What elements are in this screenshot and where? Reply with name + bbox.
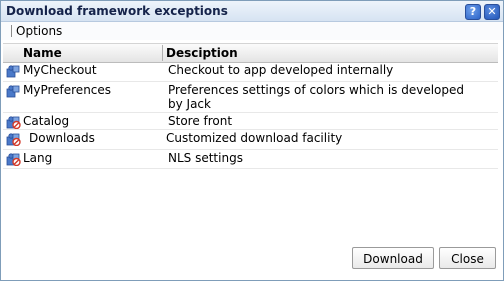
download-exceptions-dialog: Download framework exceptions ? ✕ Option… — [0, 0, 504, 281]
row-name: Catalog — [23, 114, 70, 128]
download-button[interactable]: Download — [352, 247, 434, 269]
table-header: Name Desciption — [3, 43, 498, 63]
dialog-title: Download framework exceptions — [6, 4, 228, 18]
table-row[interactable]: Downloads Customized download facility — [3, 130, 498, 150]
row-description: Checkout to app developed internally — [168, 63, 394, 77]
title-bar: Download framework exceptions ? ✕ — [1, 1, 503, 22]
puzzle-icon — [6, 65, 20, 78]
row-description: NLS settings — [168, 151, 243, 165]
column-header-name[interactable]: Name — [23, 46, 62, 60]
column-divider[interactable] — [162, 45, 163, 61]
puzzle-blocked-icon — [6, 133, 21, 146]
row-name: MyPreferences — [23, 83, 112, 97]
options-menu[interactable]: Options — [16, 24, 62, 38]
close-button[interactable]: Close — [439, 247, 496, 269]
row-description: Store front — [168, 114, 233, 128]
table-row[interactable]: MyPreferences Preferences settings of col… — [3, 82, 498, 113]
menu-separator — [11, 25, 12, 37]
row-name: MyCheckout — [23, 63, 97, 77]
puzzle-blocked-icon — [6, 153, 21, 166]
row-name: Lang — [23, 151, 53, 165]
table-row[interactable]: Catalog Store front — [3, 113, 498, 130]
table-row[interactable]: MyCheckout Checkout to app developed inte… — [3, 62, 498, 82]
table-row[interactable]: Lang NLS settings — [3, 150, 498, 169]
menu-bar: Options — [1, 22, 503, 40]
puzzle-icon — [6, 85, 20, 98]
row-name: Downloads — [29, 131, 95, 145]
column-header-description[interactable]: Desciption — [166, 46, 238, 60]
row-description: Customized download facility — [166, 131, 343, 145]
puzzle-blocked-icon — [6, 116, 21, 129]
close-window-button[interactable]: ✕ — [484, 4, 500, 20]
help-button[interactable]: ? — [465, 4, 481, 20]
row-description: Preferences settings of colors which is … — [168, 83, 465, 111]
